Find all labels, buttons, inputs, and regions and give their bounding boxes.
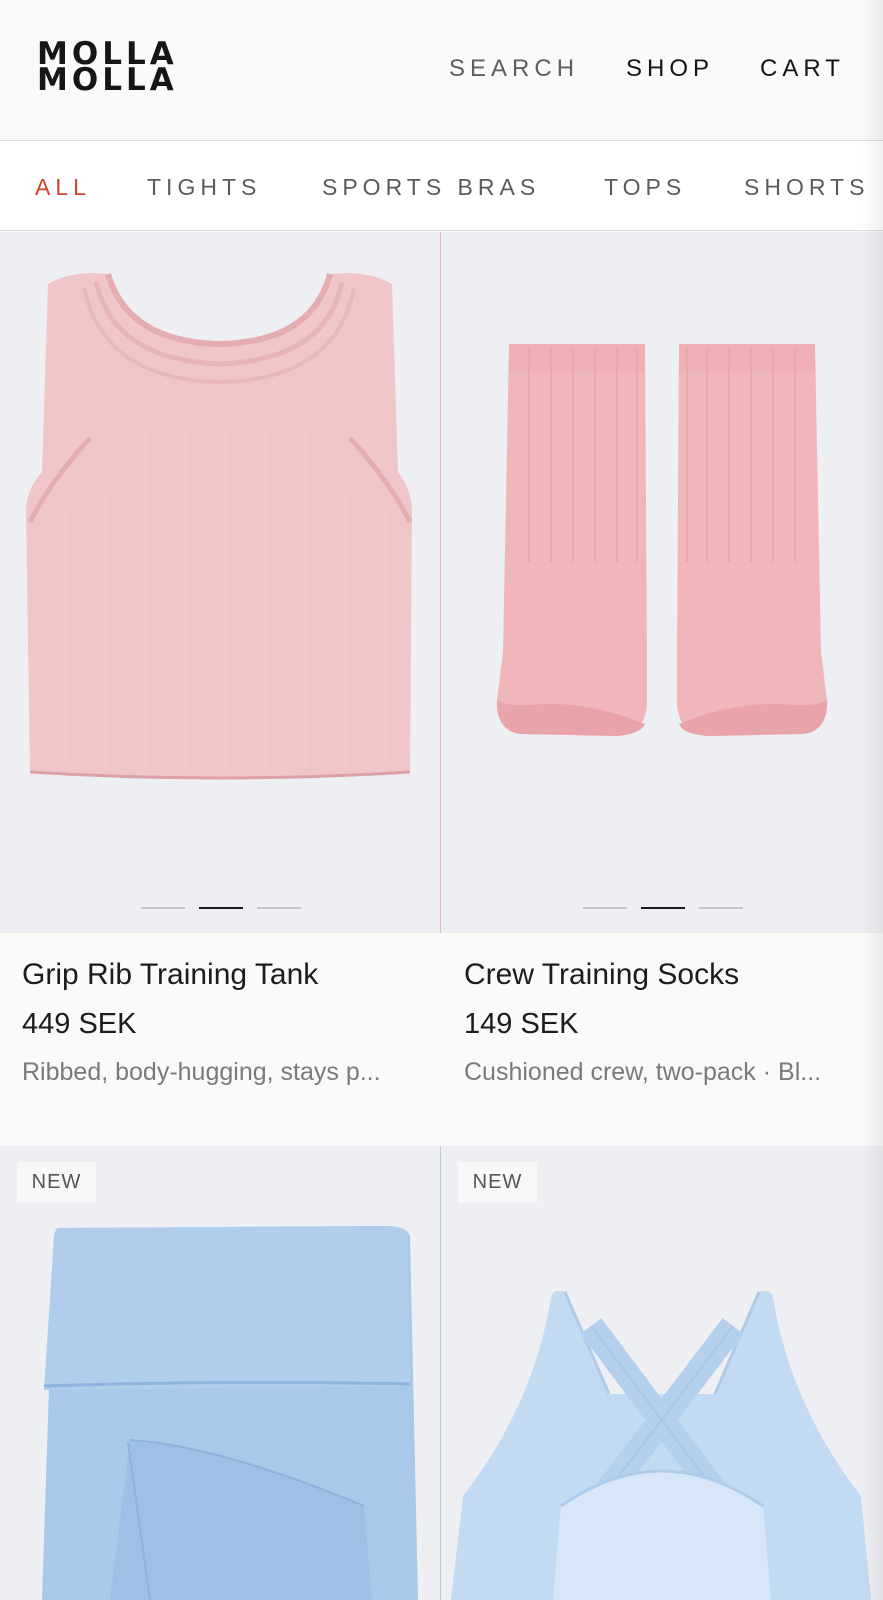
- new-badge: NEW: [17, 1162, 96, 1203]
- product-price: 449 SEK: [22, 1008, 137, 1040]
- carousel-dot[interactable]: [141, 907, 185, 909]
- product-image-tank[interactable]: [0, 232, 440, 933]
- carousel-dot[interactable]: [257, 907, 301, 909]
- tab-all[interactable]: ALL: [35, 173, 91, 201]
- nav-cart-link[interactable]: CART: [760, 54, 845, 84]
- new-badge: NEW: [458, 1162, 537, 1203]
- product-price: 149 SEK: [464, 1008, 579, 1040]
- site-header: MOLLA MOLLA SEARCH SHOP CART: [0, 0, 883, 141]
- product-name[interactable]: Crew Training Socks: [464, 958, 739, 992]
- image-carousel-dots: [141, 907, 301, 909]
- brand-logo-line-2: MOLLA: [37, 62, 178, 98]
- socks-illustration: [441, 232, 883, 933]
- tab-sports-bras[interactable]: SPORTS BRAS: [322, 173, 540, 201]
- product-image-sports-bra[interactable]: NEW: [441, 1146, 883, 1600]
- carousel-dot-active[interactable]: [641, 907, 685, 909]
- carousel-dot-active[interactable]: [199, 907, 243, 909]
- product-card-info[interactable]: Crew Training Socks 149 SEK Cushioned cr…: [442, 934, 883, 1145]
- sports-bra-illustration: [441, 1146, 883, 1600]
- carousel-dot[interactable]: [583, 907, 627, 909]
- brand-logo[interactable]: MOLLA MOLLA: [37, 39, 178, 98]
- product-description: Cushioned crew, two-pack · Bl...: [464, 1058, 822, 1086]
- category-tabs: ALL TIGHTS SPORTS BRAS TOPS SHORTS: [0, 141, 883, 231]
- nav-search-link[interactable]: SEARCH: [449, 54, 579, 84]
- product-description: Ribbed, body-hugging, stays p...: [22, 1058, 381, 1086]
- carousel-dot[interactable]: [699, 907, 743, 909]
- product-card-info[interactable]: Grip Rib Training Tank 449 SEK Ribbed, b…: [0, 934, 440, 1145]
- image-carousel-dots: [583, 907, 743, 909]
- product-image-tights[interactable]: NEW: [0, 1146, 440, 1600]
- tights-illustration: [0, 1146, 440, 1600]
- nav-shop-link[interactable]: SHOP: [626, 54, 714, 84]
- tab-tops[interactable]: TOPS: [604, 173, 686, 201]
- page: MOLLA MOLLA SEARCH SHOP CART ALL TIGHTS …: [0, 0, 883, 1600]
- tab-shorts[interactable]: SHORTS: [744, 173, 869, 201]
- tank-top-illustration: [0, 232, 440, 933]
- product-image-socks[interactable]: [441, 232, 883, 933]
- tab-tights[interactable]: TIGHTS: [147, 173, 261, 201]
- product-name[interactable]: Grip Rib Training Tank: [22, 958, 318, 992]
